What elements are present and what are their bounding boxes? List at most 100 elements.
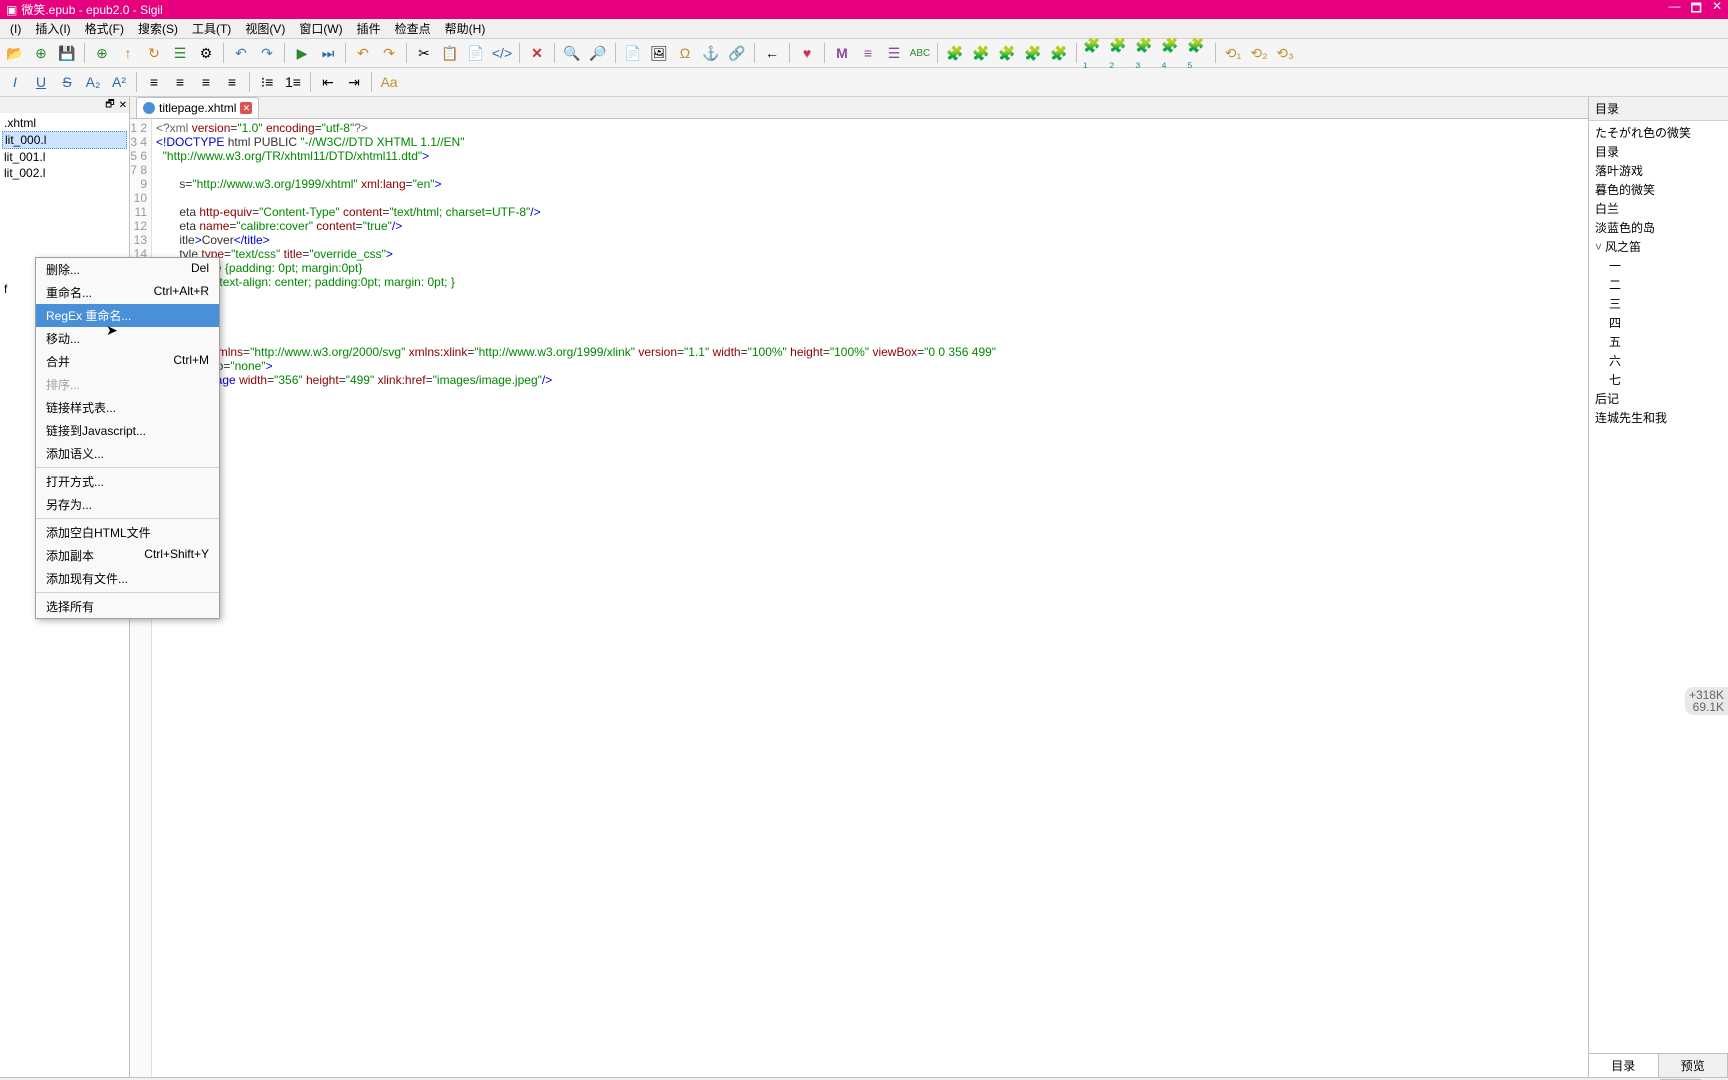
toc-item[interactable]: 暮色的微笑 bbox=[1595, 180, 1722, 199]
menu-window[interactable]: 窗口(W) bbox=[293, 18, 348, 39]
add-icon[interactable]: ⊕ bbox=[30, 42, 52, 64]
file-item-selected[interactable]: lit_000.l bbox=[2, 131, 127, 149]
menu-checkpoint[interactable]: 检查点 bbox=[389, 18, 437, 39]
code-content[interactable]: <?xml version="1.0" encoding="utf-8"?> <… bbox=[152, 119, 1000, 1077]
menu-item[interactable]: (I) bbox=[4, 20, 27, 38]
context-menu-item[interactable]: 合并Ctrl+M bbox=[36, 350, 219, 373]
menu-plugins[interactable]: 插件 bbox=[351, 18, 387, 39]
toc-item[interactable]: 白兰 bbox=[1595, 199, 1722, 218]
menu-view[interactable]: 视图(V) bbox=[239, 18, 291, 39]
fast-forward-icon[interactable]: ⏭ bbox=[317, 42, 339, 64]
toc-item[interactable]: 三 bbox=[1595, 294, 1722, 313]
context-menu-item[interactable]: 打开方式... bbox=[36, 470, 219, 493]
back-nav-icon[interactable]: ← bbox=[761, 42, 783, 64]
plugin2-icon[interactable]: 🧩 bbox=[970, 42, 992, 64]
toc-item[interactable]: 六 bbox=[1595, 351, 1722, 370]
redo2-icon[interactable]: ↷ bbox=[378, 42, 400, 64]
plugin4-icon[interactable]: 🧩 bbox=[1022, 42, 1044, 64]
m-icon[interactable]: M bbox=[831, 42, 853, 64]
add-file-icon[interactable]: ⊕ bbox=[91, 42, 113, 64]
tab-preview[interactable]: 预览 bbox=[1659, 1054, 1728, 1077]
panel-close-icon[interactable]: ✕ bbox=[119, 100, 127, 111]
menu-insert[interactable]: 插入(I) bbox=[29, 18, 76, 39]
context-menu-item[interactable]: 添加空白HTML文件 bbox=[36, 521, 219, 544]
code-view-icon[interactable]: </> bbox=[491, 42, 513, 64]
context-menu-item[interactable]: 重命名...Ctrl+Alt+R bbox=[36, 281, 219, 304]
paste-icon[interactable]: 📄 bbox=[465, 42, 487, 64]
anchor-icon[interactable]: ⚓ bbox=[700, 42, 722, 64]
outdent-icon[interactable]: ⇤ bbox=[317, 71, 339, 93]
superscript-icon[interactable]: A² bbox=[108, 71, 130, 93]
copy-icon[interactable]: 📋 bbox=[439, 42, 461, 64]
file-item[interactable]: lit_001.l bbox=[2, 149, 127, 165]
maximize-button[interactable]: 🗖 bbox=[1691, 0, 1702, 20]
subscript-icon[interactable]: A₂ bbox=[82, 71, 104, 93]
menu-format[interactable]: 格式(F) bbox=[79, 18, 130, 39]
code-editor[interactable]: 1 2 3 4 5 6 7 8 9 10 11 12 13 14 15 16 1… bbox=[130, 119, 1588, 1077]
plugin6-icon[interactable]: 🧩₁ bbox=[1083, 42, 1105, 64]
open-icon[interactable]: 📂 bbox=[4, 42, 26, 64]
save-icon[interactable]: 💾 bbox=[56, 42, 78, 64]
file-item[interactable]: .xhtml bbox=[2, 115, 127, 131]
plugin9-icon[interactable]: 🧩₄ bbox=[1161, 42, 1183, 64]
editor-tab[interactable]: titlepage.xhtml ✕ bbox=[136, 97, 259, 118]
case-icon[interactable]: Aa bbox=[378, 71, 400, 93]
number-list-icon[interactable]: 1≡ bbox=[282, 71, 304, 93]
back-icon[interactable]: ↶ bbox=[230, 42, 252, 64]
heart-icon[interactable]: ♥ bbox=[796, 42, 818, 64]
align-right-icon[interactable]: ≡ bbox=[195, 71, 217, 93]
context-menu-item[interactable]: 添加语义... bbox=[36, 442, 219, 465]
redo-icon[interactable]: ↻ bbox=[143, 42, 165, 64]
context-menu-item[interactable]: 添加副本Ctrl+Shift+Y bbox=[36, 544, 219, 567]
strikethrough-icon[interactable]: S bbox=[56, 71, 78, 93]
checkpoint2-icon[interactable]: ⟲₂ bbox=[1248, 42, 1270, 64]
bullet-list-icon[interactable]: ⁝≡ bbox=[256, 71, 278, 93]
close-button[interactable]: ✕ bbox=[1712, 0, 1722, 20]
plugin7-icon[interactable]: 🧩₂ bbox=[1109, 42, 1131, 64]
plugin5-icon[interactable]: 🧩 bbox=[1048, 42, 1070, 64]
spellcheck-icon[interactable]: ABC bbox=[909, 42, 931, 64]
align-center-icon[interactable]: ≡ bbox=[169, 71, 191, 93]
toc-item[interactable]: 目录 bbox=[1595, 142, 1722, 161]
context-menu-item[interactable]: 另存为... bbox=[36, 493, 219, 516]
insert-image-icon[interactable]: 🖼 bbox=[648, 42, 670, 64]
align-justify-icon[interactable]: ≡ bbox=[221, 71, 243, 93]
list-icon[interactable]: ≡ bbox=[857, 42, 879, 64]
cut-icon[interactable]: ✂ bbox=[413, 42, 435, 64]
play-icon[interactable]: ▶ bbox=[291, 42, 313, 64]
toc-item[interactable]: 四 bbox=[1595, 313, 1722, 332]
file-item[interactable]: lit_002.l bbox=[2, 165, 127, 181]
toc-item[interactable]: 落叶游戏 bbox=[1595, 161, 1722, 180]
context-menu-item[interactable]: RegEx 重命名... bbox=[36, 304, 219, 327]
toc-item[interactable]: 后记 bbox=[1595, 389, 1722, 408]
tab-close-icon[interactable]: ✕ bbox=[240, 102, 252, 114]
link-icon[interactable]: 🔗 bbox=[726, 42, 748, 64]
toc-item[interactable]: 淡蓝色的岛 bbox=[1595, 218, 1722, 237]
context-menu-item[interactable]: 删除...Del bbox=[36, 258, 219, 281]
toc-item[interactable]: 连城先生和我 bbox=[1595, 408, 1722, 427]
context-menu-item[interactable]: 链接到Javascript... bbox=[36, 419, 219, 442]
toc-item[interactable]: ˅风之笛 bbox=[1595, 237, 1722, 256]
zoom-in-icon[interactable]: 🔎 bbox=[587, 42, 609, 64]
indent-icon[interactable]: ⇥ bbox=[343, 71, 365, 93]
plugin10-icon[interactable]: 🧩₅ bbox=[1187, 42, 1209, 64]
up-arrow-icon[interactable]: ↑ bbox=[117, 42, 139, 64]
panel-restore-icon[interactable]: 🗗 bbox=[105, 97, 114, 114]
align-left-icon[interactable]: ≡ bbox=[143, 71, 165, 93]
italic-icon[interactable]: I bbox=[4, 71, 26, 93]
checkpoint1-icon[interactable]: ⟲₁ bbox=[1222, 42, 1244, 64]
toc-icon[interactable]: ☰ bbox=[169, 42, 191, 64]
zoom-out-icon[interactable]: 🔍 bbox=[561, 42, 583, 64]
toc-item[interactable]: たそがれ色の微笑 bbox=[1595, 123, 1722, 142]
plugin8-icon[interactable]: 🧩₃ bbox=[1135, 42, 1157, 64]
forward-icon[interactable]: ↷ bbox=[256, 42, 278, 64]
plugin3-icon[interactable]: 🧩 bbox=[996, 42, 1018, 64]
context-menu-item[interactable]: 链接样式表... bbox=[36, 396, 219, 419]
plugin1-icon[interactable]: 🧩 bbox=[944, 42, 966, 64]
toc-item[interactable]: 七 bbox=[1595, 370, 1722, 389]
menu-search[interactable]: 搜索(S) bbox=[132, 18, 184, 39]
toc-item[interactable]: 一 bbox=[1595, 256, 1722, 275]
special-char-icon[interactable]: Ω bbox=[674, 42, 696, 64]
context-menu-item[interactable]: 添加现有文件... bbox=[36, 567, 219, 590]
undo-icon[interactable]: ↶ bbox=[352, 42, 374, 64]
